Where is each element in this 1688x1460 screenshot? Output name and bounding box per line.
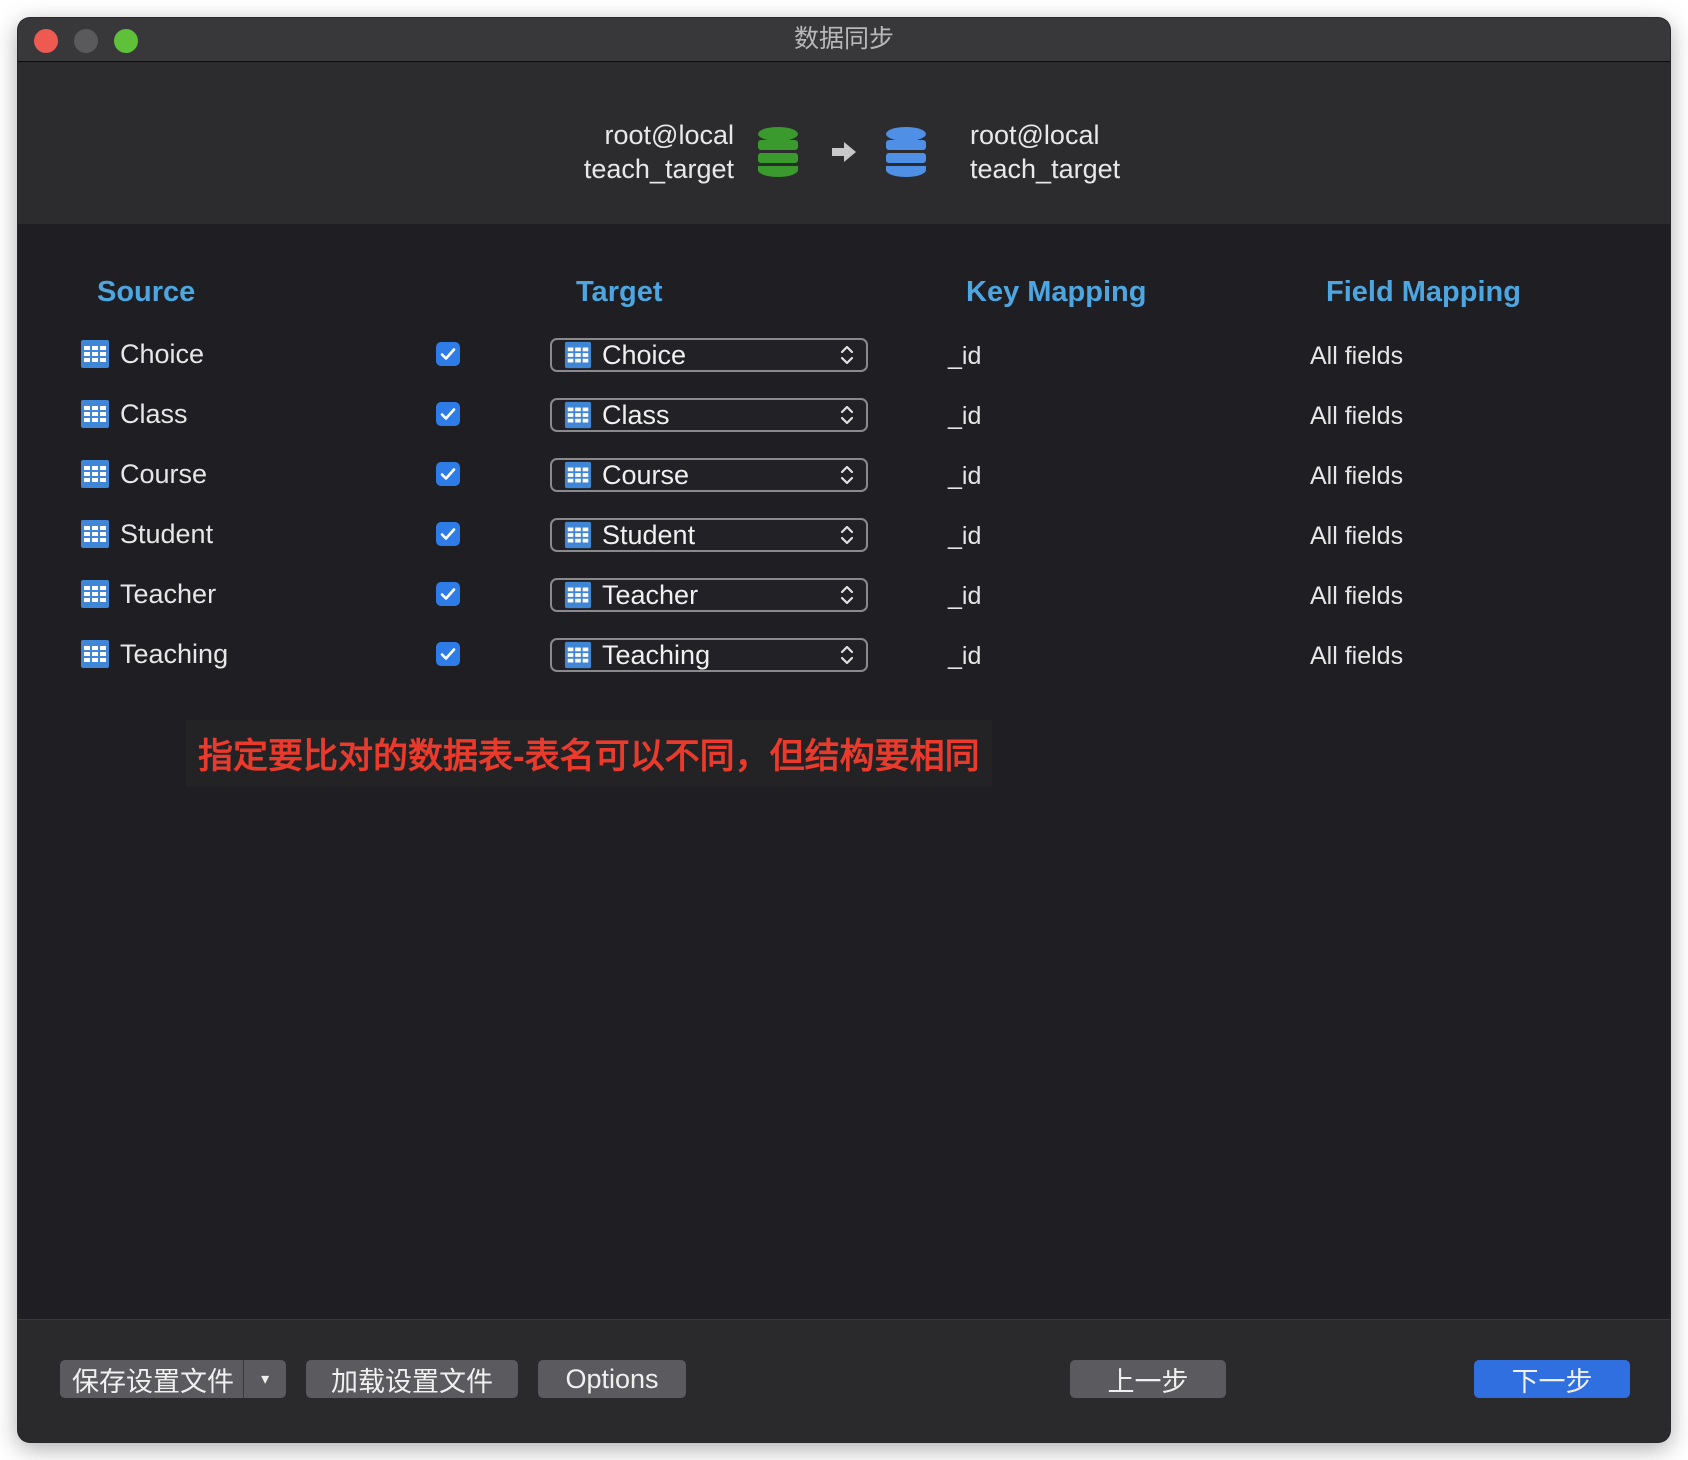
table-icon (564, 401, 592, 429)
column-header-key-mapping: Key Mapping (966, 276, 1147, 308)
table-icon (80, 459, 110, 489)
database-icon-green (758, 127, 798, 177)
column-header-field-mapping: Field Mapping (1326, 276, 1521, 308)
target-connection: root@local teach_target (970, 118, 1120, 186)
target-table-label: Teacher (602, 579, 699, 610)
save-settings-label: 保存设置文件 (72, 1366, 234, 1397)
source-table-item[interactable]: Student (80, 514, 213, 554)
select-arrows-icon (838, 462, 856, 488)
field-mapping-cell[interactable]: All fields (1310, 522, 1403, 551)
source-table-item[interactable]: Teacher (80, 574, 216, 614)
field-mapping-cell[interactable]: All fields (1310, 642, 1403, 671)
target-table-label: Course (602, 459, 690, 490)
table-icon (80, 519, 110, 549)
target-table-label: Student (602, 519, 696, 550)
source-table-label: Teaching (120, 638, 229, 669)
window-title: 数据同步 (793, 25, 894, 53)
dropdown-caret-icon[interactable]: ▾ (244, 1369, 286, 1389)
include-table-checkbox[interactable] (436, 642, 460, 666)
target-table-select[interactable]: Teaching (550, 638, 868, 672)
select-arrows-icon (838, 342, 856, 368)
target-table-label: Class (602, 399, 670, 430)
table-icon (80, 339, 110, 369)
include-table-checkbox[interactable] (436, 522, 460, 546)
connection-summary: root@local teach_target root@local teach… (18, 62, 1670, 224)
table-icon (564, 461, 592, 489)
options-button[interactable]: Options (538, 1360, 686, 1398)
field-mapping-cell[interactable]: All fields (1310, 342, 1403, 371)
title-bar: 数据同步 (18, 18, 1670, 62)
key-mapping-cell[interactable]: _id (948, 522, 981, 551)
key-mapping-cell[interactable]: _id (948, 642, 981, 671)
table-icon (80, 639, 110, 669)
key-mapping-cell[interactable]: _id (948, 342, 981, 371)
next-step-button[interactable]: 下一步 (1474, 1360, 1630, 1398)
include-table-checkbox[interactable] (436, 402, 460, 426)
source-table-label: Student (120, 518, 214, 549)
table-icon (564, 521, 592, 549)
target-table-select[interactable]: Teacher (550, 578, 868, 612)
target-table-label: Teaching (602, 639, 711, 670)
column-header-source: Source (97, 276, 196, 308)
table-icon (80, 579, 110, 609)
target-table-select[interactable]: Student (550, 518, 868, 552)
table-icon (80, 399, 110, 429)
target-table-select[interactable]: Course (550, 458, 868, 492)
key-mapping-cell[interactable]: _id (948, 402, 981, 431)
key-mapping-cell[interactable]: _id (948, 582, 981, 611)
target-table-label: Choice (602, 339, 687, 370)
source-table-item[interactable]: Teaching (80, 634, 228, 674)
target-table-select[interactable]: Choice (550, 338, 868, 372)
include-table-checkbox[interactable] (436, 462, 460, 486)
source-table-item[interactable]: Course (80, 454, 207, 494)
source-table-label: Course (120, 458, 208, 489)
table-icon (564, 641, 592, 669)
save-settings-button[interactable]: 保存设置文件 ▾ (60, 1360, 286, 1398)
key-mapping-cell[interactable]: _id (948, 462, 981, 491)
source-table-item[interactable]: Choice (80, 334, 204, 374)
table-icon (564, 341, 592, 369)
load-settings-button[interactable]: 加载设置文件 (306, 1360, 518, 1398)
previous-step-button[interactable]: 上一步 (1070, 1360, 1226, 1398)
include-table-checkbox[interactable] (436, 582, 460, 606)
source-table-item[interactable]: Class (80, 394, 188, 434)
select-arrows-icon (838, 402, 856, 428)
source-table-label: Teacher (120, 578, 217, 609)
source-connection-name: root@local (604, 120, 734, 150)
data-sync-window: 数据同步 root@local teach_target root@local … (18, 18, 1670, 1442)
annotation-note: 指定要比对的数据表-表名可以不同，但结构要相同 (186, 720, 992, 787)
target-table-select[interactable]: Class (550, 398, 868, 432)
footer-bar: 保存设置文件 ▾ 加载设置文件 Options 上一步 下一步 (18, 1319, 1670, 1442)
column-header-target: Target (576, 276, 663, 308)
source-table-label: Class (120, 398, 188, 429)
target-connection-name: root@local (970, 120, 1100, 150)
select-arrows-icon (838, 582, 856, 608)
database-icon-blue (886, 127, 926, 177)
source-database-name: teach_target (583, 154, 734, 184)
source-table-label: Choice (120, 338, 205, 369)
select-arrows-icon (838, 642, 856, 668)
include-table-checkbox[interactable] (436, 342, 460, 366)
table-icon (564, 581, 592, 609)
arrow-right-icon (832, 142, 856, 162)
source-connection: root@local teach_target (584, 118, 734, 186)
field-mapping-cell[interactable]: All fields (1310, 402, 1403, 431)
target-database-name: teach_target (970, 154, 1121, 184)
field-mapping-cell[interactable]: All fields (1310, 462, 1403, 491)
select-arrows-icon (838, 522, 856, 548)
field-mapping-cell[interactable]: All fields (1310, 582, 1403, 611)
